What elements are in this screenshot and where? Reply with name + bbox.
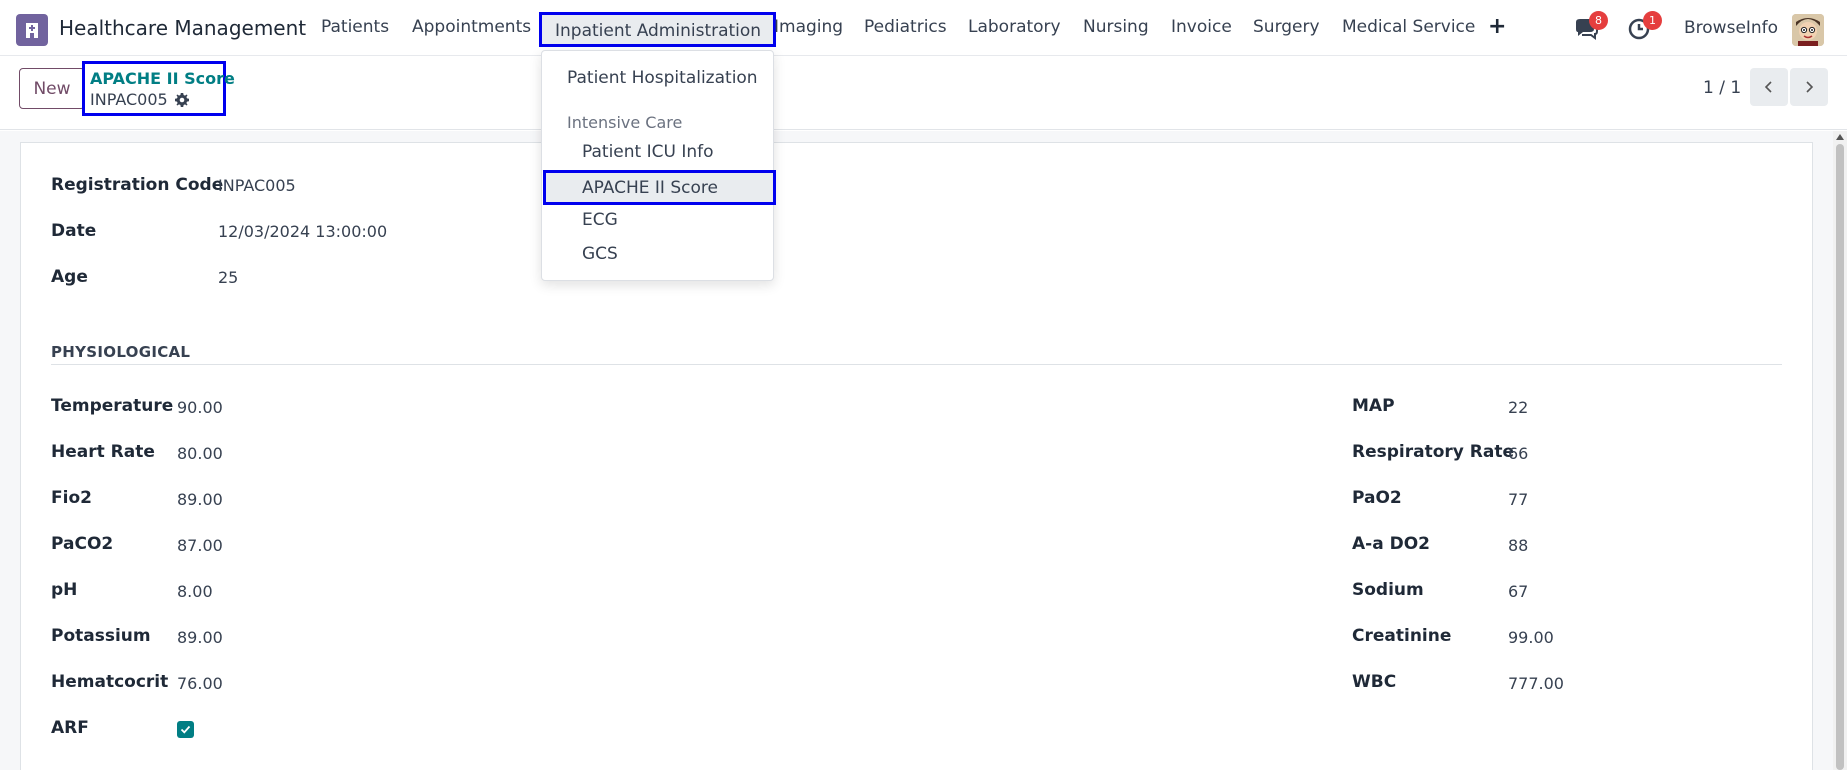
menu-item-ecg[interactable]: ECG: [582, 210, 618, 230]
potassium-label: Potassium: [51, 626, 151, 646]
messages-badge: 8: [1589, 11, 1608, 30]
chevron-right-icon: [1806, 81, 1814, 93]
wbc-field[interactable]: 777.00: [1508, 674, 1564, 693]
pager-previous-button[interactable]: [1750, 68, 1788, 106]
paco2-label: PaCO2: [51, 534, 114, 554]
breadcrumb-parent-link[interactable]: APACHE II Score: [90, 69, 235, 89]
menu-pediatrics[interactable]: Pediatrics: [864, 17, 947, 37]
paco2-field[interactable]: 87.00: [177, 536, 223, 555]
ph-label: pH: [51, 580, 78, 600]
menu-item-gcs[interactable]: GCS: [582, 244, 618, 264]
user-menu-name[interactable]: BrowseInfo: [1684, 18, 1778, 38]
fio2-field[interactable]: 89.00: [177, 490, 223, 509]
fio2-label: Fio2: [51, 488, 92, 508]
menu-inpatient-administration[interactable]: Inpatient Administration: [539, 12, 777, 47]
hematcocrit-field[interactable]: 76.00: [177, 674, 223, 693]
scroll-up-arrow-icon[interactable]: [1836, 134, 1844, 140]
menu-appointments[interactable]: Appointments: [412, 17, 531, 37]
heart-rate-field[interactable]: 80.00: [177, 444, 223, 463]
temperature-label: Temperature: [51, 396, 174, 416]
map-field[interactable]: 22: [1508, 398, 1528, 417]
registration-code-field[interactable]: INPAC005: [218, 176, 296, 195]
map-label: MAP: [1352, 396, 1395, 416]
menu-item-patient-icu-info[interactable]: Patient ICU Info: [582, 142, 714, 162]
activities-clock-icon[interactable]: 1: [1627, 11, 1662, 42]
section-title-physiological: PHYSIOLOGICAL: [51, 343, 191, 361]
respiratory-rate-field[interactable]: 66: [1508, 444, 1528, 463]
pao2-field[interactable]: 77: [1508, 490, 1528, 509]
date-field[interactable]: 12/03/2024 13:00:00: [218, 222, 387, 241]
section-divider: [51, 364, 1782, 365]
arf-label: ARF: [51, 718, 89, 738]
top-navbar: Healthcare Management Patients Appointme…: [0, 0, 1847, 56]
ph-field[interactable]: 8.00: [177, 582, 213, 601]
scrollbar-thumb[interactable]: [1836, 144, 1844, 770]
menu-invoice[interactable]: Invoice: [1171, 17, 1232, 37]
menu-item-patient-hospitalization[interactable]: Patient Hospitalization: [567, 68, 758, 88]
age-field[interactable]: 25: [218, 268, 238, 287]
avatar[interactable]: [1792, 14, 1824, 46]
hospital-icon[interactable]: [16, 14, 48, 46]
menu-imaging[interactable]: Imaging: [774, 17, 843, 37]
a-a-do2-label: A-a DO2: [1352, 534, 1430, 554]
wbc-label: WBC: [1352, 672, 1397, 692]
inpatient-administration-dropdown: Patient Hospitalization Intensive Care P…: [541, 50, 776, 281]
menu-medical-service[interactable]: Medical Service: [1342, 17, 1475, 37]
creatinine-label: Creatinine: [1352, 626, 1452, 646]
registration-code-label: Registration Code: [51, 175, 224, 195]
activities-badge: 1: [1643, 11, 1662, 30]
a-a-do2-field[interactable]: 88: [1508, 536, 1528, 555]
menu-item-apache-ii-score-label: APACHE II Score: [582, 178, 718, 198]
date-label: Date: [51, 221, 97, 241]
breadcrumb-record-name: INPAC005: [90, 90, 168, 109]
messages-icon[interactable]: 8: [1573, 11, 1608, 42]
pager-next-button[interactable]: [1790, 68, 1828, 106]
menu-item-apache-ii-score[interactable]: APACHE II Score: [543, 170, 776, 205]
respiratory-rate-label: Respiratory Rate: [1352, 442, 1514, 462]
sodium-field[interactable]: 67: [1508, 582, 1528, 601]
pager-value[interactable]: 1 / 1: [1703, 78, 1741, 98]
menu-patients[interactable]: Patients: [321, 17, 389, 37]
menu-nursing[interactable]: Nursing: [1083, 17, 1149, 37]
age-label: Age: [51, 267, 88, 287]
checkmark-icon: [180, 725, 191, 734]
gear-icon[interactable]: [174, 92, 190, 108]
plus-icon[interactable]: +: [1488, 14, 1506, 39]
chevron-left-icon: [1764, 81, 1772, 93]
menu-surgery[interactable]: Surgery: [1253, 17, 1320, 37]
creatinine-field[interactable]: 99.00: [1508, 628, 1554, 647]
new-button[interactable]: New: [19, 68, 85, 109]
breadcrumb: APACHE II Score INPAC005: [82, 61, 235, 116]
control-panel: New APACHE II Score INPAC005 1 / 1: [0, 56, 1847, 130]
temperature-field[interactable]: 90.00: [177, 398, 223, 417]
app-title[interactable]: Healthcare Management: [59, 16, 306, 40]
pao2-label: PaO2: [1352, 488, 1402, 508]
heart-rate-label: Heart Rate: [51, 442, 155, 462]
arf-checkbox[interactable]: [177, 721, 194, 738]
sodium-label: Sodium: [1352, 580, 1424, 600]
hematcocrit-label: Hematcocrit: [51, 672, 169, 692]
menu-section-intensive-care: Intensive Care: [567, 113, 683, 132]
menu-laboratory[interactable]: Laboratory: [968, 17, 1061, 37]
potassium-field[interactable]: 89.00: [177, 628, 223, 647]
